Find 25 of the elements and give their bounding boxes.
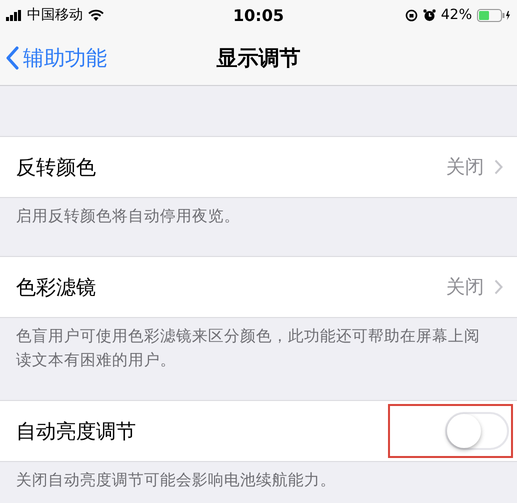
settings-row[interactable]: 色彩滤镜 关闭 xyxy=(0,256,517,318)
alarm-icon xyxy=(422,8,436,22)
back-button[interactable]: 辅助功能 xyxy=(0,44,107,72)
settings-row[interactable]: 自动亮度调节 xyxy=(0,400,517,462)
chevron-right-icon xyxy=(494,159,503,175)
clock-time: 10:05 xyxy=(233,6,284,24)
row-value: 关闭 xyxy=(446,155,484,180)
footer-note: 色盲用户可使用色彩滤镜来区分颜色，此功能还可帮助在屏幕上阅读文本有困难的用户。 xyxy=(15,326,481,371)
row-label: 反转颜色 xyxy=(16,154,97,180)
settings-row[interactable]: 反转颜色 关闭 xyxy=(0,136,517,198)
row-label: 色彩滤镜 xyxy=(16,274,97,300)
signal-icon xyxy=(6,10,22,20)
footer-note: 关闭自动亮度调节可能会影响电池续航能力。 xyxy=(15,470,337,491)
battery-percent: 42% xyxy=(440,7,472,23)
chevron-right-icon xyxy=(494,279,503,295)
battery-charging-icon xyxy=(477,8,511,22)
row-label: 自动亮度调节 xyxy=(16,418,137,444)
rotation-lock-icon xyxy=(404,8,418,22)
carrier-name: 中国移动 xyxy=(27,6,83,24)
footer-note: 启用反转颜色将自动停用夜览。 xyxy=(15,206,241,227)
page-title: 显示调节 xyxy=(216,44,300,72)
back-chevron-icon xyxy=(6,46,19,70)
wifi-icon xyxy=(88,9,104,21)
row-value: 关闭 xyxy=(446,275,484,300)
toggle-switch[interactable] xyxy=(445,412,509,450)
